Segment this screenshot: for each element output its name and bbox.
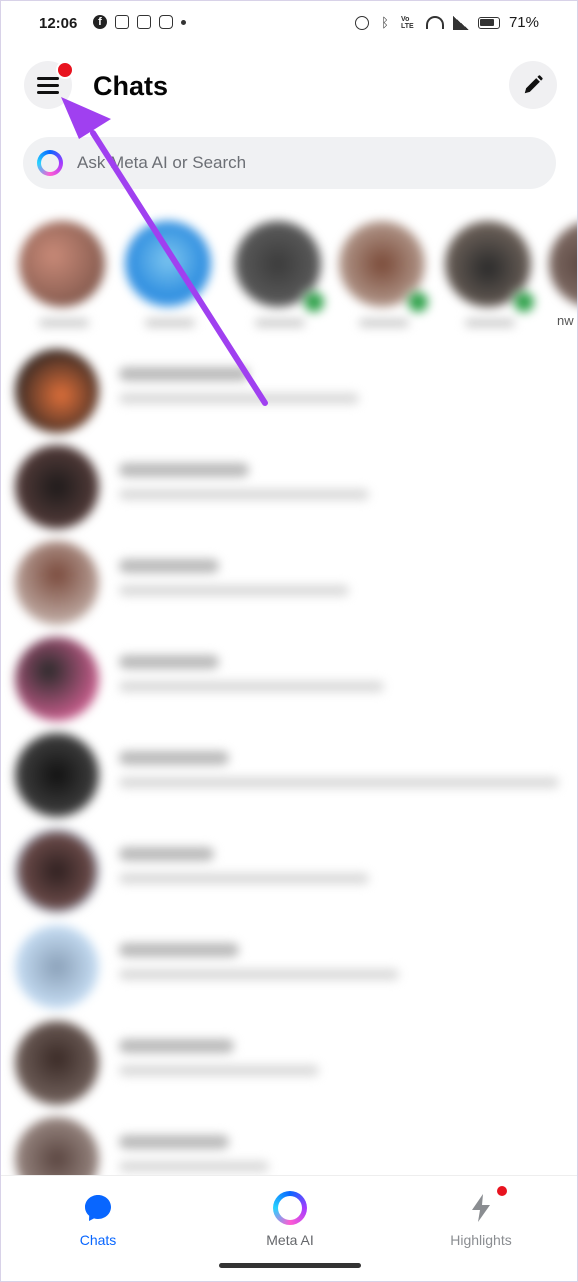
app-screen: 12:06 f ᛒ Vo LTE 71% Chats Ask Meta AI o…: [0, 0, 578, 1282]
chat-row[interactable]: [1, 1019, 577, 1115]
instagram-icon: [159, 15, 173, 29]
system-icons: ᛒ Vo LTE 71%: [354, 14, 539, 31]
home-indicator[interactable]: [219, 1263, 361, 1268]
avatar: [15, 733, 99, 817]
dot-icon: [181, 19, 186, 25]
nav-highlights-label: Highlights: [450, 1232, 512, 1248]
chat-row[interactable]: [1, 635, 577, 731]
chat-row[interactable]: [1, 443, 577, 539]
chat-bubble-icon: [85, 1195, 111, 1221]
online-indicator: [405, 289, 431, 315]
avatar: [15, 637, 99, 721]
search-bar[interactable]: Ask Meta AI or Search: [23, 137, 556, 189]
bluetooth-icon: ᛒ: [381, 14, 389, 30]
story-item[interactable]: [549, 221, 577, 307]
avatar: [19, 221, 105, 307]
chat-row[interactable]: [1, 731, 577, 827]
online-indicator: [301, 289, 327, 315]
compose-button[interactable]: [509, 61, 557, 109]
online-indicator: [511, 289, 537, 315]
nav-chats-label: Chats: [79, 1232, 117, 1248]
status-bar: 12:06 f ᛒ Vo LTE 71%: [1, 1, 577, 47]
meta-ai-ring-icon: [273, 1191, 307, 1225]
avatar: [15, 1021, 99, 1105]
chat-row[interactable]: [1, 347, 577, 443]
highlights-badge: [497, 1186, 507, 1196]
chats-header: Chats: [1, 59, 577, 115]
avatar: [15, 349, 99, 433]
nav-chats[interactable]: Chats: [38, 1190, 158, 1248]
story-item[interactable]: [339, 221, 431, 327]
status-time: 12:06: [39, 15, 78, 32]
nav-meta-ai[interactable]: Meta AI: [230, 1190, 350, 1248]
nav-highlights[interactable]: Highlights: [421, 1186, 541, 1248]
story-name-partial: nw: [557, 313, 574, 328]
pencil-icon: [524, 75, 543, 94]
alarm-icon: [354, 15, 369, 30]
story-item[interactable]: [235, 221, 327, 327]
grid-app-icon: [115, 15, 129, 29]
chat-row[interactable]: [1, 923, 577, 1019]
hamburger-icon: [37, 77, 59, 94]
grid-app-icon: [137, 15, 151, 29]
battery-percent: 71%: [508, 14, 539, 31]
avatar: [15, 829, 99, 913]
avatar: [15, 445, 99, 529]
avatar: [125, 221, 211, 307]
chat-row[interactable]: [1, 539, 577, 635]
chat-list: [1, 347, 577, 1211]
story-item[interactable]: [19, 221, 109, 327]
page-title: Chats: [93, 71, 169, 101]
search-placeholder: Ask Meta AI or Search: [77, 153, 247, 172]
menu-notification-badge: [56, 61, 74, 79]
nav-meta-ai-label: Meta AI: [266, 1232, 314, 1248]
avatar: [15, 541, 99, 625]
chat-row[interactable]: [1, 827, 577, 923]
stories-row: [1, 207, 577, 347]
lightning-icon: [472, 1194, 490, 1222]
volte-icon: Vo LTE: [400, 15, 414, 30]
wifi-icon: [425, 16, 444, 29]
story-item[interactable]: [445, 221, 537, 327]
notification-icons: f: [93, 15, 186, 29]
battery-icon: [477, 16, 500, 29]
avatar: [15, 925, 99, 1009]
facebook-icon: f: [93, 15, 107, 29]
story-item[interactable]: [125, 221, 215, 327]
signal-icon: [452, 15, 469, 30]
meta-ai-icon: [37, 150, 63, 176]
avatar: [549, 221, 577, 307]
